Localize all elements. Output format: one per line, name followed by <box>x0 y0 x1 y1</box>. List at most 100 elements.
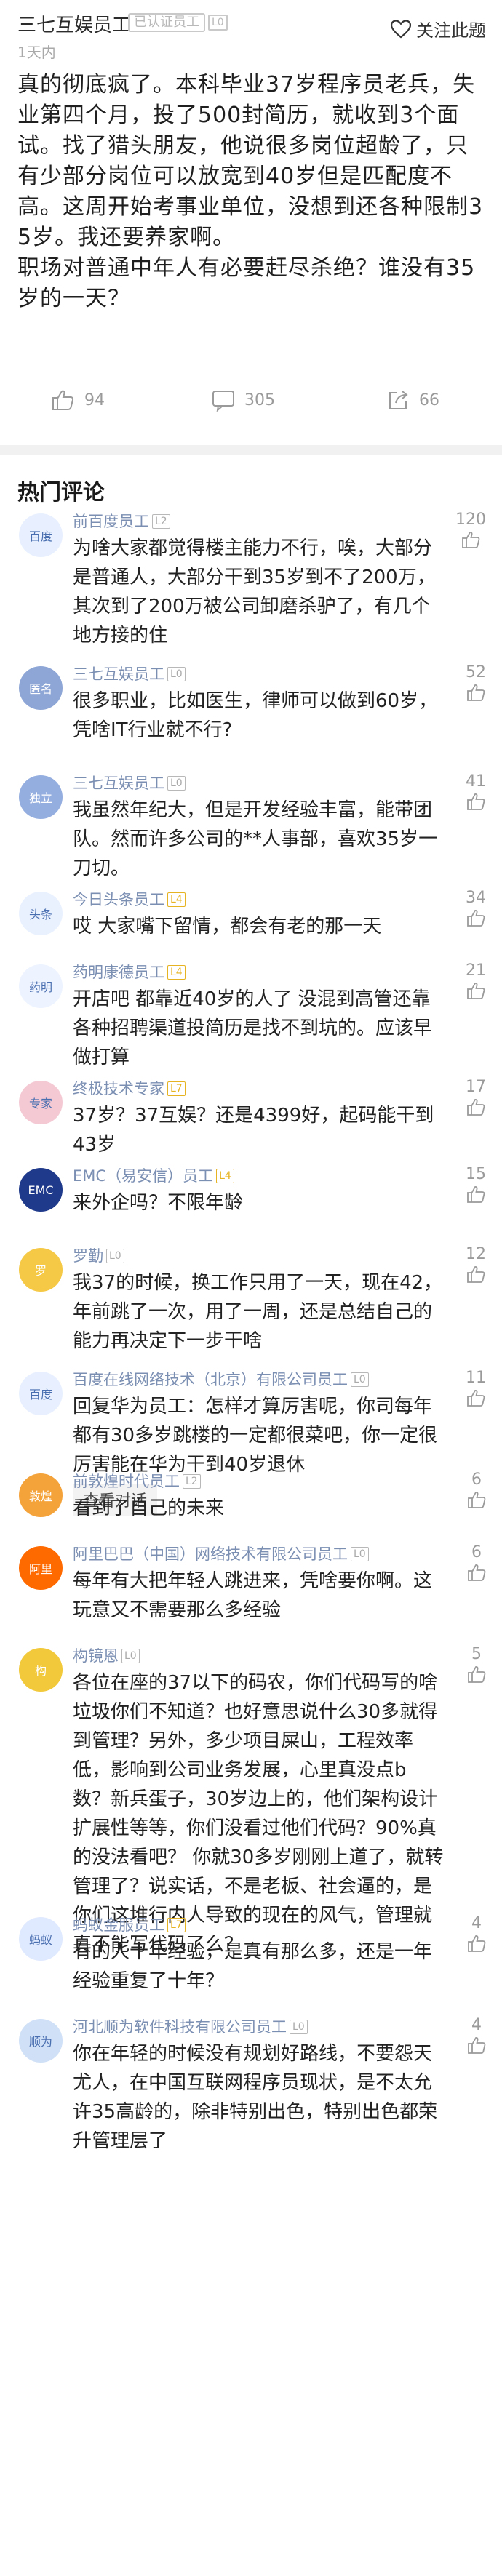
commenter-name[interactable]: 今日头条员工 L4 <box>73 887 444 912</box>
comment-like-button[interactable]: 15 <box>466 1165 486 1204</box>
comment-item[interactable]: 敦煌 前敦煌时代员工 L2 看到了自己的未来 6 <box>0 1469 502 1523</box>
section-divider <box>0 445 502 455</box>
comment-like-button[interactable]: 5 <box>467 1645 486 1684</box>
follow-question-button[interactable]: 关注此题 <box>390 16 486 41</box>
comment-text: 我虽然年纪大，但是开发经验丰富，能带团队。然而许多公司的**人事部，喜欢35岁一… <box>73 799 438 879</box>
share-count: 66 <box>419 391 439 409</box>
comment-like-button[interactable]: 12 <box>466 1245 486 1284</box>
commenter-level-badge: L0 <box>121 1649 140 1663</box>
commenter-level-badge: L0 <box>106 1249 124 1263</box>
comment-like-button[interactable]: 52 <box>466 663 486 702</box>
commenter-avatar[interactable]: 专家 <box>19 1081 63 1124</box>
post-actions: 94 305 66 <box>0 378 502 422</box>
share-button[interactable]: 66 <box>386 388 439 412</box>
post-paragraph: 真的彻底疯了。本科毕业37岁程序员老兵，失业第四个月，投了500封简历，就收到3… <box>17 72 484 250</box>
thumbs-up-icon <box>468 1935 486 1952</box>
comment-like-button[interactable]: 11 <box>466 1369 486 1407</box>
commenter-name-text: 河北顺为软件科技有限公司员工 <box>73 2018 287 2036</box>
comment-item[interactable]: 独立 三七互娱员工 L0 我虽然年纪大，但是开发经验丰富，能带团队。然而许多公司的**… <box>0 771 502 883</box>
thumbs-up-icon <box>467 1265 485 1283</box>
commenter-name[interactable]: 药明康德员工 L4 <box>73 960 444 985</box>
comment-like-button[interactable]: 4 <box>467 2016 486 2055</box>
comment-item[interactable]: 专家 终极技术专家 L7 37岁？37互娱？还是4399好，起码能干到43岁 17 <box>0 1076 502 1159</box>
commenter-avatar[interactable]: 罗 <box>19 1248 63 1292</box>
thumbs-up-icon <box>467 684 485 701</box>
comment-like-count: 4 <box>471 2016 482 2034</box>
commenter-avatar[interactable]: 匿名 <box>19 666 63 710</box>
author-name[interactable]: 三七互娱员工 <box>17 10 131 37</box>
comment-text: 回复华为员工：怎样才算厉害呢，你司每年都有30多岁跳楼的一定都很菜吧，你一定很厉… <box>73 1396 438 1476</box>
comment-item[interactable]: 顺为 河北顺为软件科技有限公司员工 L0 你在年轻的时候没有规划好路线，不要怨天尤人，… <box>0 2015 502 2156</box>
commenter-avatar[interactable]: 百度 <box>19 513 63 557</box>
like-button[interactable]: 94 <box>51 388 105 412</box>
comment-text: 有的人十年经验，是真有那么多，还是一年经验重复了十年？ <box>73 1941 433 1992</box>
commenter-name[interactable]: 河北顺为软件科技有限公司员工 L0 <box>73 2015 444 2039</box>
comment-like-count: 34 <box>466 889 486 907</box>
comment-like-count: 12 <box>466 1245 486 1263</box>
commenter-name[interactable]: 百度在线网络技术（北京）有限公司员工 L0 <box>73 1367 444 1392</box>
commenter-name[interactable]: 构镜恩 L0 <box>73 1644 444 1668</box>
commenter-name[interactable]: EMC（易安信）员工 L4 <box>73 1164 444 1188</box>
comment-item[interactable]: 百度 前百度员工 L2 为啥大家都觉得楼主能力不行，唉，大部分是普通人，大部分干到35… <box>0 509 502 650</box>
commenter-name[interactable]: 阿里巴巴（中国）网络技术有限公司员工 L0 <box>73 1542 444 1567</box>
comment-item[interactable]: 匿名 三七互娱员工 L0 很多职业，比如医生，律师可以做到60岁，凭啥IT行业就不行?… <box>0 662 502 745</box>
commenter-name[interactable]: 三七互娱员工 L0 <box>73 771 444 796</box>
share-icon <box>386 388 410 412</box>
comment-button[interactable]: 305 <box>211 388 275 412</box>
comment-item[interactable]: 药明 药明康德员工 L4 开店吧 都靠近40岁的人了 没混到高管还靠各种招聘渠道投简历… <box>0 960 502 1072</box>
commenter-name[interactable]: 蚂蚁金服员工 L7 <box>73 1913 444 1937</box>
comment-item[interactable]: 蚂蚁 蚂蚁金服员工 L7 有的人十年经验，是真有那么多，还是一年经验重复了十年？ 4 <box>0 1913 502 1996</box>
comment-item[interactable]: 罗罗勤 L0 我37的时候，换工作只用了一天，现在42，年前跳了一次，用了一周，还是… <box>0 1244 502 1356</box>
commenter-avatar[interactable]: 独立 <box>19 775 63 819</box>
commenter-level-badge: L0 <box>351 1547 369 1561</box>
comment-like-button[interactable]: 17 <box>466 1078 486 1116</box>
post-body: 真的彻底疯了。本科毕业37岁程序员老兵，失业第四个月，投了500封简历，就收到3… <box>17 70 490 314</box>
commenter-avatar[interactable]: EMC <box>19 1168 63 1212</box>
comment-like-button[interactable]: 120 <box>455 511 486 549</box>
thumbs-up-icon <box>467 1098 485 1116</box>
commenter-level-badge: L0 <box>290 2020 308 2034</box>
comment-item[interactable]: 构构镜恩 L0 各位在座的37以下的码农，你们代码写的啥垃圾你们不知道？也好意思说什… <box>0 1644 502 1959</box>
comment-text: 37岁？37互娱？还是4399好，起码能干到43岁 <box>73 1105 434 1156</box>
comment-like-button[interactable]: 41 <box>466 772 486 811</box>
comment-item[interactable]: EMC EMC（易安信）员工 L4 来外企吗？不限年龄 15 <box>0 1164 502 1217</box>
comment-like-button[interactable]: 6 <box>467 1471 486 1509</box>
commenter-avatar[interactable]: 敦煌 <box>19 1473 63 1517</box>
page: 三七互娱员工 已认证员工 L0 1天内 关注此题 真的彻底疯了。本科毕业37岁程… <box>0 0 502 2576</box>
comment-text: 哎 大家嘴下留情，都会有老的那一天 <box>73 916 382 937</box>
comment-like-button[interactable]: 21 <box>466 961 486 1000</box>
thumbs-up-icon <box>51 388 76 412</box>
comment-count: 305 <box>244 391 275 409</box>
commenter-avatar[interactable]: 头条 <box>19 892 63 935</box>
commenter-name[interactable]: 前百度员工 L2 <box>73 509 444 534</box>
comment-like-count: 5 <box>471 1645 482 1663</box>
comment-text: 看到了自己的未来 <box>73 1497 225 1519</box>
commenter-avatar[interactable]: 蚂蚁 <box>19 1917 63 1961</box>
comment-like-button[interactable]: 34 <box>466 889 486 927</box>
commenter-name-text: 三七互娱员工 <box>73 775 164 792</box>
thumbs-up-icon <box>467 982 485 999</box>
comment-item[interactable]: 头条 今日头条员工 L4 哎 大家嘴下留情，都会有老的那一天 34 <box>0 887 502 941</box>
commenter-avatar[interactable]: 阿里 <box>19 1546 63 1590</box>
post-question: 职场对普通中年人有必要赶尽杀绝？谁没有35岁的一天？ <box>17 255 476 311</box>
commenter-name-text: 药明康德员工 <box>73 964 164 981</box>
commenter-avatar[interactable]: 构 <box>19 1648 63 1692</box>
commenter-name-text: 三七互娱员工 <box>73 665 164 683</box>
commenter-name-text: 前百度员工 <box>73 513 149 530</box>
hot-comments-title: 热门评论 <box>17 480 105 505</box>
author-badges: 已认证员工 L0 <box>128 13 228 32</box>
comment-text: 开店吧 都靠近40岁的人了 没混到高管还靠各种招聘渠道投简历是找不到坑的。应该早… <box>73 988 433 1068</box>
commenter-name[interactable]: 前敦煌时代员工 L2 <box>73 1469 444 1494</box>
comment-like-button[interactable]: 4 <box>467 1914 486 1953</box>
commenter-avatar[interactable]: 顺为 <box>19 2019 63 2063</box>
comment-like-button[interactable]: 6 <box>467 1543 486 1582</box>
commenter-level-badge: L2 <box>183 1474 201 1489</box>
comment-item[interactable]: 阿里 阿里巴巴（中国）网络技术有限公司员工 L0 每年有大把年轻人跳进来，凭啥要你啊。… <box>0 1542 502 1625</box>
commenter-name[interactable]: 终极技术专家 L7 <box>73 1076 444 1101</box>
commenter-level-badge: L4 <box>216 1169 234 1183</box>
commenter-avatar[interactable]: 百度 <box>19 1372 63 1415</box>
commenter-name[interactable]: 三七互娱员工 L0 <box>73 662 444 687</box>
commenter-name[interactable]: 罗勤 L0 <box>73 1244 444 1268</box>
comment-icon <box>211 388 236 412</box>
commenter-avatar[interactable]: 药明 <box>19 964 63 1008</box>
